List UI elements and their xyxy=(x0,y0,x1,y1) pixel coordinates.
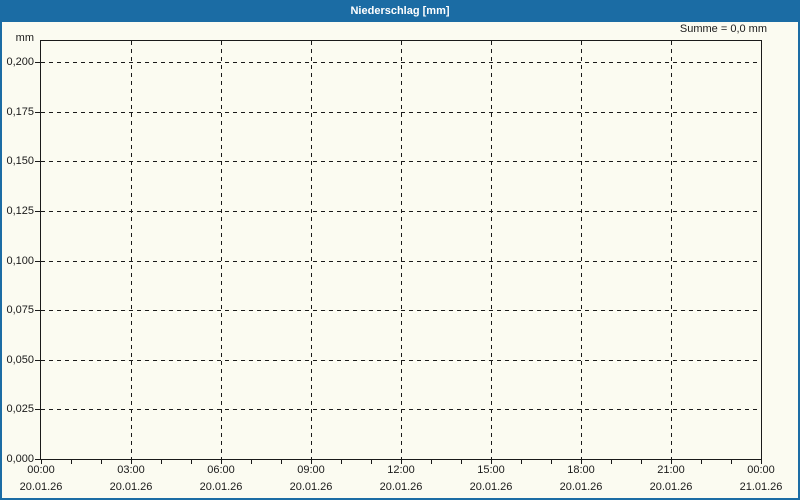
x-axis-tick xyxy=(701,460,702,464)
y-axis-label: 0,125 xyxy=(6,205,34,217)
x-axis-date-label: 20.01.26 xyxy=(379,481,423,493)
x-axis-tick xyxy=(191,460,192,464)
x-axis-tick xyxy=(341,460,342,464)
y-axis-label: 0,100 xyxy=(6,255,34,267)
x-axis-tick xyxy=(491,460,492,464)
x-axis-date-label: 20.01.26 xyxy=(109,481,153,493)
x-axis-date-label: 20.01.26 xyxy=(19,481,63,493)
chart-window: Niederschlag [mm] Summe = 0,0 mm mm 0,20… xyxy=(0,0,800,500)
x-axis-tick xyxy=(431,460,432,464)
y-axis-label: 0,075 xyxy=(6,304,34,316)
x-axis-date-label: 21.01.26 xyxy=(739,481,783,493)
x-axis-time-label: 00:00 xyxy=(747,464,775,476)
x-axis-tick xyxy=(401,460,402,464)
y-axis-label: 0,150 xyxy=(6,155,34,167)
plot-frame xyxy=(40,40,762,460)
x-axis-tick xyxy=(251,460,252,464)
x-axis-tick xyxy=(761,460,762,464)
x-axis-tick xyxy=(221,460,222,464)
x-axis-time-label: 18:00 xyxy=(567,464,595,476)
x-axis-time-label: 00:00 xyxy=(27,464,55,476)
x-axis-time-label: 15:00 xyxy=(477,464,505,476)
y-axis-label: 0,200 xyxy=(6,56,34,68)
x-axis-tick xyxy=(41,460,42,464)
x-axis-tick xyxy=(731,460,732,464)
x-axis-tick xyxy=(101,460,102,464)
x-axis-tick xyxy=(611,460,612,464)
x-axis-tick xyxy=(551,460,552,464)
x-axis-time-label: 06:00 xyxy=(207,464,235,476)
y-axis-label: 0,050 xyxy=(6,354,34,366)
y-axis-label: 0,175 xyxy=(6,106,34,118)
x-axis-tick xyxy=(581,460,582,464)
x-axis-tick xyxy=(161,460,162,464)
y-axis-label: 0,025 xyxy=(6,403,34,415)
x-axis-tick xyxy=(461,460,462,464)
x-axis-time-label: 03:00 xyxy=(117,464,145,476)
x-axis-tick xyxy=(371,460,372,464)
x-axis-time-label: 12:00 xyxy=(387,464,415,476)
x-axis-date-label: 20.01.26 xyxy=(199,481,243,493)
x-axis-tick xyxy=(641,460,642,464)
x-axis-tick xyxy=(521,460,522,464)
x-axis-date-label: 20.01.26 xyxy=(469,481,513,493)
x-axis-tick xyxy=(281,460,282,464)
x-axis-tick xyxy=(131,460,132,464)
x-axis-tick xyxy=(311,460,312,464)
x-axis-tick xyxy=(671,460,672,464)
x-axis-date-label: 20.01.26 xyxy=(649,481,693,493)
x-axis-date-label: 20.01.26 xyxy=(289,481,333,493)
x-axis-date-label: 20.01.26 xyxy=(559,481,603,493)
x-axis-tick xyxy=(71,460,72,464)
x-axis-time-label: 09:00 xyxy=(297,464,325,476)
x-axis-time-label: 21:00 xyxy=(657,464,685,476)
